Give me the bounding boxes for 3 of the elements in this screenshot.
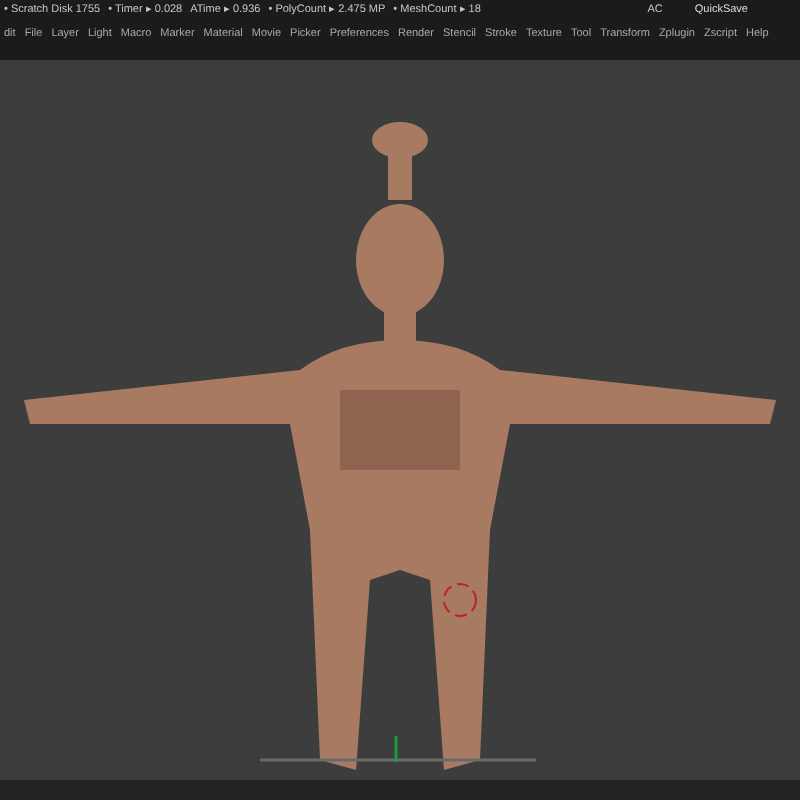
brush-cursor-icon <box>443 583 477 617</box>
axis-line <box>394 736 398 762</box>
viewport[interactable] <box>0 60 800 780</box>
